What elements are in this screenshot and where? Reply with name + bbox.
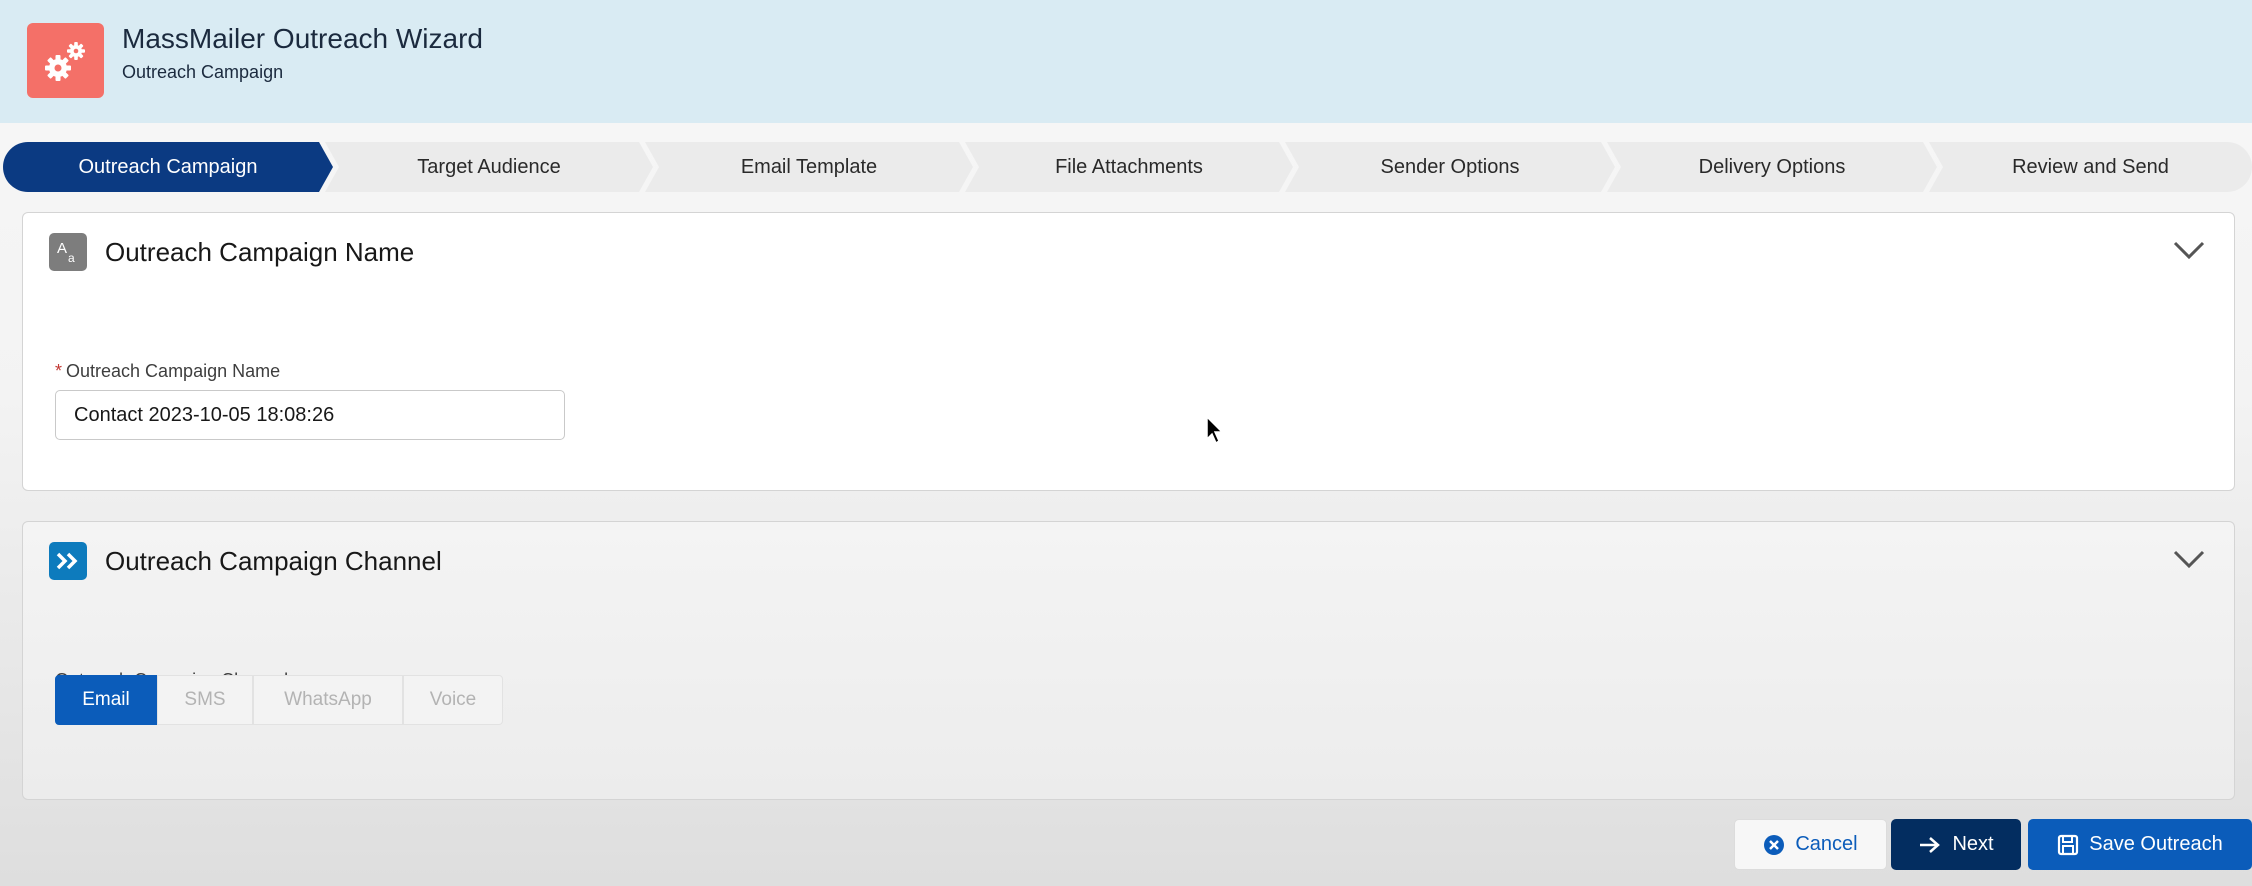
mouse-cursor-icon bbox=[1206, 415, 1224, 445]
campaign-name-section: A a Outreach Campaign Name * Outreach Cam… bbox=[22, 212, 2235, 491]
path-step-outreach-campaign[interactable]: Outreach Campaign bbox=[3, 142, 333, 192]
channel-voice-button[interactable]: Voice bbox=[403, 675, 503, 725]
page-title: MassMailer Outreach Wizard bbox=[122, 23, 483, 54]
campaign-channel-section: Outreach Campaign Channel Outreach Campa… bbox=[22, 521, 2235, 800]
wizard-path: Outreach Campaign Target Audience Email … bbox=[3, 142, 2252, 192]
cancel-button[interactable]: Cancel bbox=[1734, 819, 1887, 870]
section-title: Outreach Campaign Channel bbox=[105, 546, 442, 576]
channel-button-group: Email SMS WhatsApp Voice bbox=[55, 675, 503, 725]
save-outreach-button-label: Save Outreach bbox=[2089, 833, 2223, 855]
chevron-down-icon[interactable] bbox=[2172, 548, 2206, 570]
svg-text:a: a bbox=[68, 251, 75, 265]
next-button[interactable]: Next bbox=[1891, 819, 2021, 870]
arrow-right-icon bbox=[1920, 836, 1941, 853]
field-label: * Outreach Campaign Name bbox=[55, 361, 281, 381]
path-step-review-and-send[interactable]: Review and Send bbox=[1929, 142, 2252, 192]
channel-whatsapp-button[interactable]: WhatsApp bbox=[253, 675, 403, 725]
chevron-down-icon[interactable] bbox=[2172, 239, 2206, 261]
path-step-file-attachments[interactable]: File Attachments bbox=[965, 142, 1293, 192]
channel-sms-button[interactable]: SMS bbox=[157, 675, 253, 725]
page-subtitle: Outreach Campaign bbox=[122, 62, 284, 82]
next-button-label: Next bbox=[1952, 833, 1994, 855]
campaign-name-input[interactable] bbox=[55, 390, 565, 440]
path-step-delivery-options[interactable]: Delivery Options bbox=[1607, 142, 1937, 192]
path-step-target-audience[interactable]: Target Audience bbox=[325, 142, 653, 192]
section-title: Outreach Campaign Name bbox=[105, 237, 415, 267]
cancel-button-label: Cancel bbox=[1795, 833, 1858, 855]
path-step-email-template[interactable]: Email Template bbox=[645, 142, 973, 192]
save-icon bbox=[2058, 834, 2079, 855]
text-aa-icon: A a bbox=[49, 233, 87, 271]
app-header: MassMailer Outreach Wizard Outreach Camp… bbox=[0, 0, 2252, 123]
close-circle-icon bbox=[1764, 834, 1785, 855]
path-step-sender-options[interactable]: Sender Options bbox=[1285, 142, 1615, 192]
required-marker: * bbox=[55, 361, 63, 381]
channel-email-button[interactable]: Email bbox=[55, 675, 157, 725]
save-outreach-button[interactable]: Save Outreach bbox=[2028, 819, 2252, 870]
double-chevron-right-icon bbox=[49, 542, 87, 580]
svg-text:A: A bbox=[57, 240, 67, 257]
gears-icon bbox=[27, 23, 104, 98]
